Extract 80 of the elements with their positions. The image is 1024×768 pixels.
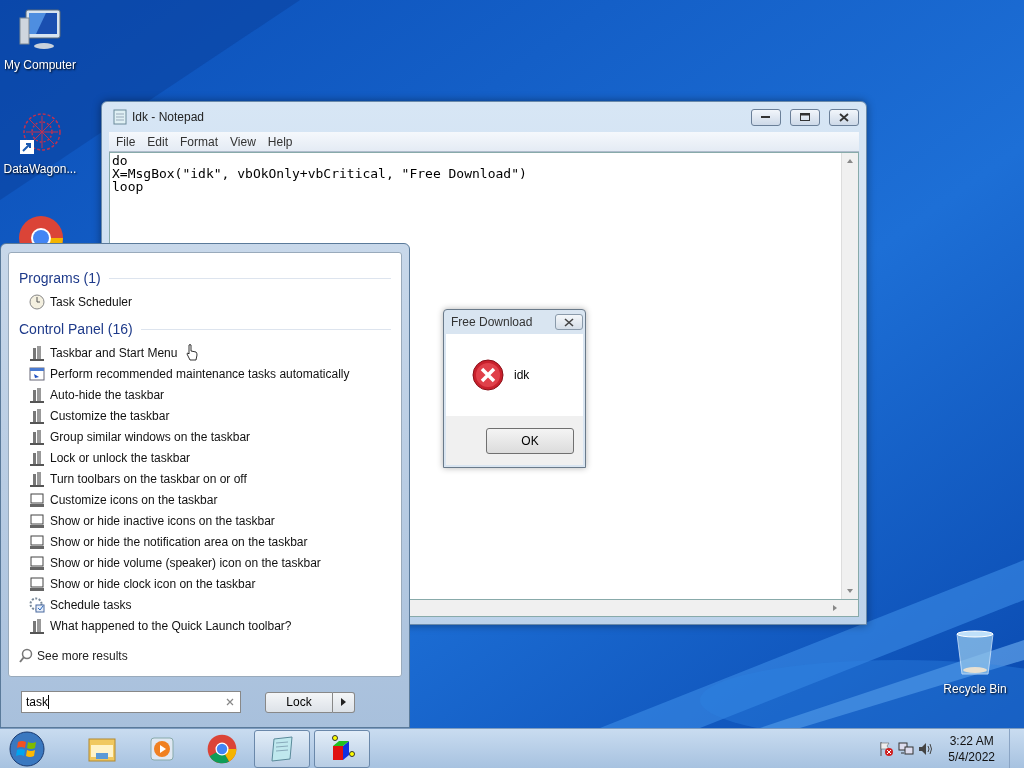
gear-icon [29, 596, 45, 613]
result-item[interactable]: Lock or unlock the taskbar [19, 447, 391, 468]
menu-item[interactable]: Edit [142, 134, 174, 149]
vertical-scrollbar[interactable] [841, 153, 858, 599]
play-icon [148, 734, 176, 763]
menu-item[interactable]: Format [175, 134, 224, 149]
computer-tower-icon [29, 386, 45, 403]
clock-icon [29, 293, 45, 310]
close-icon [839, 112, 849, 122]
desktop-icon-label[interactable]: DataWagon... [3, 162, 77, 176]
result-item[interactable]: Schedule tasks [19, 594, 391, 615]
maximize-icon [800, 112, 810, 122]
computer-tower-icon [29, 428, 45, 445]
result-item[interactable]: Show or hide inactive icons on the taskbar [19, 510, 391, 531]
monitor-icon [29, 533, 45, 550]
close-button[interactable] [555, 314, 583, 330]
clock-time: 3:22 AM [949, 732, 994, 749]
flag-icon[interactable] [878, 740, 895, 757]
window-title: Idk - Notepad [132, 110, 205, 124]
see-more-link[interactable]: See more results [19, 648, 128, 664]
menu-item[interactable]: File [111, 134, 141, 149]
result-item[interactable]: Group similar windows on the taskbar [19, 426, 391, 447]
monitor-icon [29, 491, 45, 508]
minimize-button[interactable] [751, 108, 781, 126]
chrome-icon [207, 733, 237, 764]
scroll-up-icon[interactable] [846, 158, 854, 164]
ok-button[interactable]: OK [486, 427, 574, 454]
desktop-icon-label[interactable]: My Computer [4, 58, 76, 72]
close-button[interactable] [829, 108, 859, 126]
monitor-icon [29, 554, 45, 571]
notepad-icon [113, 109, 127, 125]
lock-button[interactable]: Lock [265, 691, 333, 713]
group-heading: Control Panel (16) [19, 321, 133, 337]
computer-tower-icon [29, 470, 45, 487]
result-item[interactable]: Customize icons on the taskbar [19, 489, 391, 510]
desktop-icon-label[interactable]: Recycle Bin [943, 682, 1007, 696]
taskbar-app-button[interactable] [254, 729, 310, 768]
network-icon[interactable] [898, 740, 915, 757]
menu-item[interactable]: View [225, 134, 261, 149]
menu-item[interactable]: Help [262, 134, 298, 149]
code-line: loop [112, 180, 144, 193]
computer-tower-icon [29, 407, 45, 424]
taskbar-app-button[interactable] [314, 729, 370, 768]
result-item[interactable]: Show or hide clock icon on the taskbar [19, 573, 391, 594]
result-item[interactable]: Customize the taskbar [19, 405, 391, 426]
result-item[interactable]: Show or hide volume (speaker) icon on the taskbar [19, 552, 391, 573]
result-item[interactable]: What happened to the Quick Launch toolbar? [19, 615, 391, 636]
search-icon [19, 648, 33, 664]
close-icon [564, 317, 574, 327]
computer-tower-icon [29, 617, 45, 634]
code-line: do [112, 154, 129, 167]
scroll-down-icon[interactable] [846, 588, 854, 594]
monitor-icon [29, 512, 45, 529]
code-line: X=MsgBox("idk", vbOkOnly+vbCritical, "Free Download") [112, 167, 528, 180]
clock-date: 5/4/2022 [948, 748, 995, 765]
result-item[interactable]: Show or hide the notification area on the taskbar [19, 531, 391, 552]
start-button[interactable] [8, 729, 46, 768]
power-options-button[interactable] [333, 691, 355, 713]
window-icon [29, 365, 45, 382]
scroll-right-icon[interactable] [832, 604, 838, 612]
clock[interactable]: 3:22 AM 5/4/2022 [948, 732, 995, 765]
result-item[interactable]: Task Scheduler [19, 291, 391, 312]
monitor-icon [29, 575, 45, 592]
notepad-icon [268, 734, 296, 763]
minimize-icon [761, 115, 771, 119]
caret-icon [341, 698, 346, 706]
result-item[interactable]: Turn toolbars on the taskbar on or off [19, 468, 391, 489]
dialog-title: Free Download [451, 315, 533, 329]
dialog-message: idk [514, 368, 530, 382]
clear-icon[interactable] [226, 698, 234, 706]
computer-tower-icon [29, 344, 45, 361]
maximize-button[interactable] [790, 108, 820, 126]
result-item[interactable]: Auto-hide the taskbar [19, 384, 391, 405]
group-heading: Programs (1) [19, 270, 101, 286]
hand-cursor-icon [186, 344, 198, 361]
result-item[interactable]: Taskbar and Start Menu [19, 342, 391, 363]
computer-tower-icon [29, 449, 45, 466]
search-field[interactable]: task [21, 691, 241, 713]
result-item[interactable]: Perform recommended maintenance tasks automatically [19, 363, 391, 384]
error-icon [472, 359, 504, 391]
